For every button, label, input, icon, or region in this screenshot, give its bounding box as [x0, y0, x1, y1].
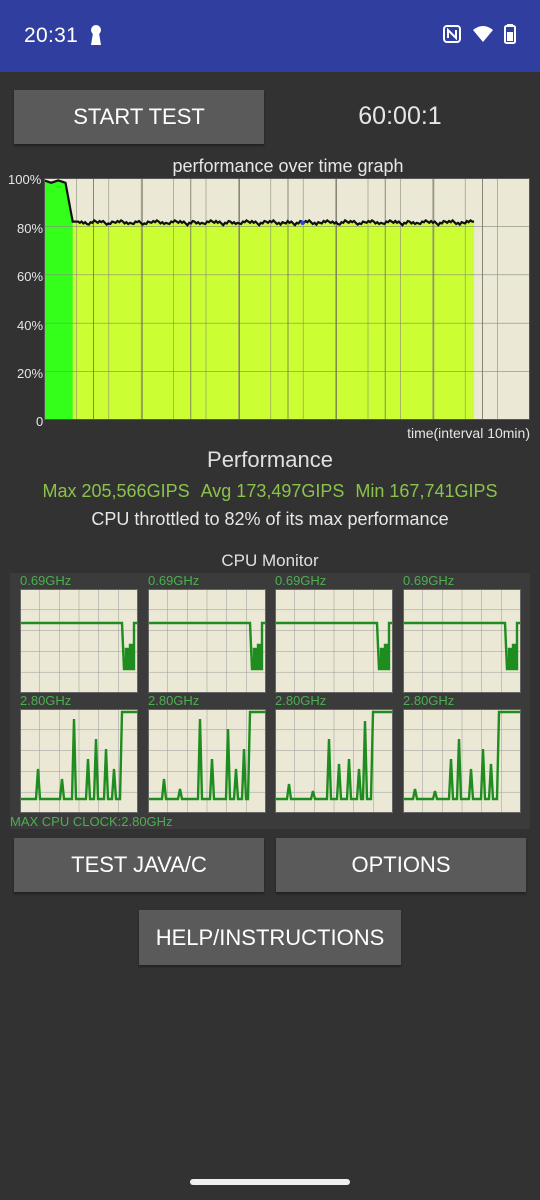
keyhole-icon [88, 24, 104, 51]
cpu-core-graph [148, 709, 266, 813]
start-test-button[interactable]: START TEST [14, 90, 264, 144]
test-java-button[interactable]: TEST JAVA/C [14, 838, 264, 892]
performance-stats: Max 205,566GIPS Avg 173,497GIPS Min 167,… [0, 481, 540, 502]
cpu-core-graph [275, 589, 393, 693]
test-timer: 60:00:1 [358, 102, 442, 130]
cpu-monitor-panel: 0.69GHz 2.80GHz 0.69GHz 2.80GHz 0.69GHz 2.80G… [10, 573, 530, 829]
avg-stat: Avg 173,497GIPS [200, 481, 345, 501]
current-marker [300, 220, 305, 225]
x-axis-caption: time(interval 10min) [407, 425, 530, 441]
cpu-freq-label: 2.80GHz [148, 693, 200, 708]
cpu-freq-label: 2.80GHz [403, 693, 455, 708]
cpu-freq-label: 0.69GHz [275, 573, 327, 588]
status-time: 20:31 [24, 24, 79, 47]
y-label-20: 20% [17, 366, 44, 381]
performance-heading: Performance [207, 447, 333, 472]
cpu-freq-label: 0.69GHz [20, 573, 72, 588]
cpu-core-graph [275, 709, 393, 813]
cpu-core-graph [20, 709, 138, 813]
max-stat: Max 205,566GIPS [42, 481, 190, 501]
wifi-icon [472, 25, 494, 48]
cpu-core-graph [403, 709, 521, 813]
cpu-freq-label: 0.69GHz [148, 573, 200, 588]
nfc-icon [442, 24, 462, 49]
cpu-freq-label: 2.80GHz [275, 693, 327, 708]
cpu-core-graph [403, 589, 521, 693]
min-stat: Min 167,741GIPS [355, 481, 498, 501]
options-button[interactable]: OPTIONS [276, 838, 526, 892]
cpu-core-graph [20, 589, 138, 693]
y-label-100: 100% [8, 172, 42, 187]
cpu-freq-label: 0.69GHz [403, 573, 455, 588]
battery-icon [504, 24, 516, 49]
y-label-40: 40% [17, 318, 44, 333]
performance-chart [44, 178, 530, 420]
home-gesture-bar[interactable] [190, 1179, 350, 1185]
y-label-0: 0 [36, 414, 44, 429]
throttle-text: CPU throttled to 82% of its max performa… [91, 509, 449, 529]
graph-title: performance over time graph [172, 156, 404, 176]
status-bar: 20:31 [0, 0, 540, 72]
y-label-80: 80% [17, 221, 44, 236]
cpu-monitor-heading: CPU Monitor [221, 551, 319, 570]
cpu-core-graph [148, 589, 266, 693]
max-cpu-clock: MAX CPU CLOCK:2.80GHz [10, 814, 173, 829]
cpu-freq-label: 2.80GHz [20, 693, 72, 708]
y-label-60: 60% [17, 269, 44, 284]
full-speed-area [44, 180, 73, 420]
help-instructions-button[interactable]: HELP/INSTRUCTIONS [139, 910, 401, 965]
